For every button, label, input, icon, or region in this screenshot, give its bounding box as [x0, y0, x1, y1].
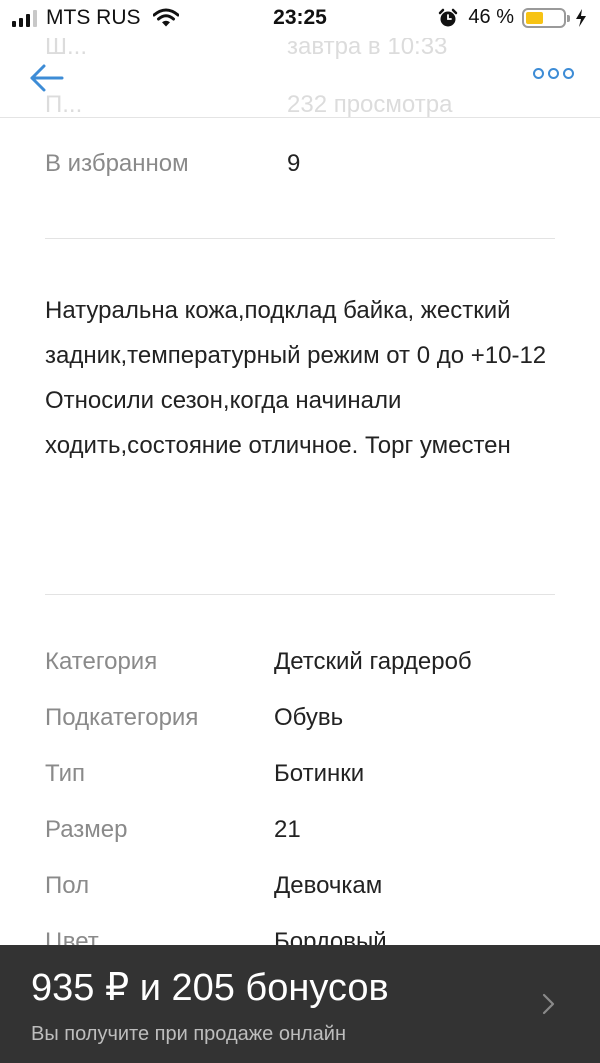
- attribute-value: Детский гардероб: [274, 648, 472, 675]
- arrow-left-icon: [30, 64, 64, 92]
- divider: [45, 238, 555, 239]
- battery-icon: [522, 7, 570, 28]
- attribute-value: Бордовый: [274, 928, 387, 945]
- attribute-label: Подкатегория: [45, 704, 199, 731]
- attribute-value: Обувь: [274, 704, 344, 731]
- favorites-label: В избранном: [45, 150, 189, 177]
- attribute-value: 21: [274, 816, 301, 843]
- price-with-bonus: 935 ₽ и 205 бонусов: [31, 967, 389, 1009]
- attribute-value: Девочкам: [274, 872, 383, 899]
- navigation-bar: Ш... завтра в 10:33 П... 232 просмотра: [0, 33, 600, 118]
- favorites-count: 9: [287, 150, 301, 177]
- price-subtitle: Вы получите при продаже онлайн: [31, 1023, 347, 1045]
- attribute-label: Размер: [45, 816, 128, 843]
- alarm-icon: [439, 8, 458, 26]
- hidden-row-label: П...: [45, 91, 83, 118]
- item-description: Натуральна кожа,подклад байка, жесткий з…: [45, 288, 560, 468]
- divider: [45, 594, 555, 595]
- bonus-panel[interactable]: 935 ₽ и 205 бонусов Вы получите при прод…: [0, 945, 600, 1063]
- more-dots-icon[interactable]: [533, 68, 574, 79]
- scroll-content[interactable]: В избранном 9 Натуральна кожа,подклад ба…: [0, 0, 600, 945]
- description-paragraph: Натуральна кожа,подклад байка, жесткий з…: [45, 297, 547, 369]
- status-bar: MTS RUS 23:25 46 %: [0, 0, 600, 38]
- battery-percent: 46 %: [468, 6, 514, 28]
- attribute-label: Цвет: [45, 928, 99, 945]
- attribute-value: Ботинки: [274, 760, 365, 787]
- attribute-label: Пол: [45, 872, 90, 899]
- attribute-label: Тип: [45, 760, 86, 787]
- hidden-row-value: 232 просмотра: [287, 91, 453, 118]
- attribute-label: Категория: [45, 648, 158, 675]
- chevron-right-icon: [542, 993, 555, 1015]
- description-paragraph: Относили сезон,когда начинали ходить,сос…: [45, 387, 511, 459]
- charging-icon: [576, 8, 586, 27]
